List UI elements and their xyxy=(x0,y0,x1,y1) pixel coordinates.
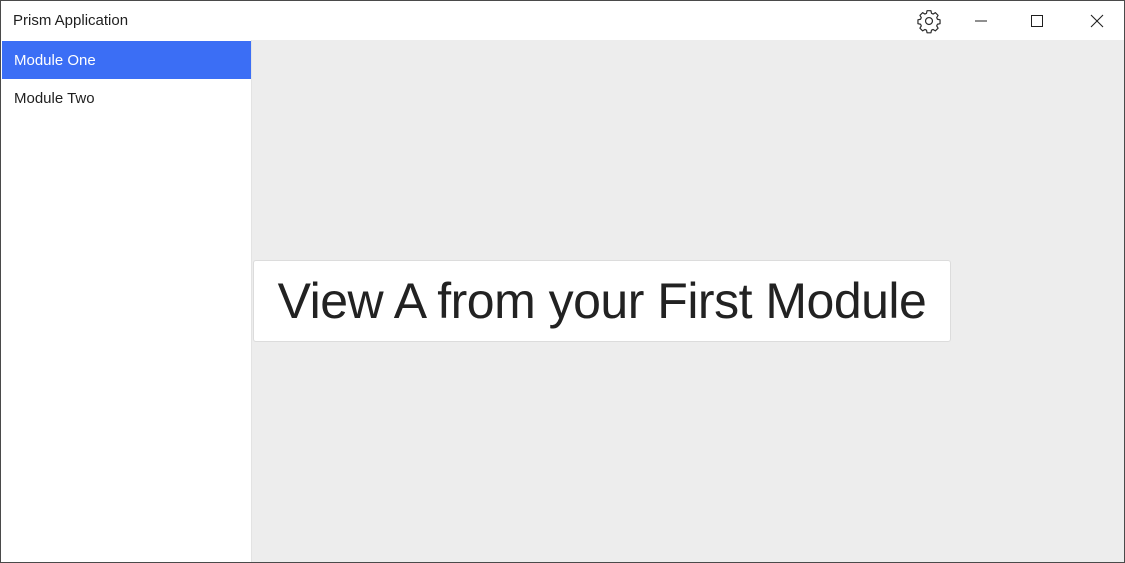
title-bar: Prism Application xyxy=(1,1,1124,40)
sidebar-item-module-one[interactable]: Module One xyxy=(2,41,251,79)
gear-icon xyxy=(917,9,941,33)
main-content: View A from your First Module xyxy=(252,40,1124,562)
close-button[interactable] xyxy=(1072,1,1122,40)
view-text: View A from your First Module xyxy=(277,273,927,329)
minimize-icon xyxy=(975,20,987,21)
sidebar-item-label: Module Two xyxy=(14,89,95,107)
close-icon xyxy=(1090,14,1104,27)
sidebar: Module One Module Two xyxy=(1,40,252,562)
sidebar-item-module-two[interactable]: Module Two xyxy=(2,79,251,117)
maximize-icon xyxy=(1031,14,1043,27)
app-window: Prism Application Module One Module Two … xyxy=(0,0,1125,563)
window-title: Prism Application xyxy=(13,12,129,29)
settings-button[interactable] xyxy=(907,1,951,40)
sidebar-item-label: Module One xyxy=(14,51,96,69)
maximize-button[interactable] xyxy=(1013,1,1061,40)
view-card: View A from your First Module xyxy=(253,260,951,342)
minimize-button[interactable] xyxy=(957,1,1005,40)
